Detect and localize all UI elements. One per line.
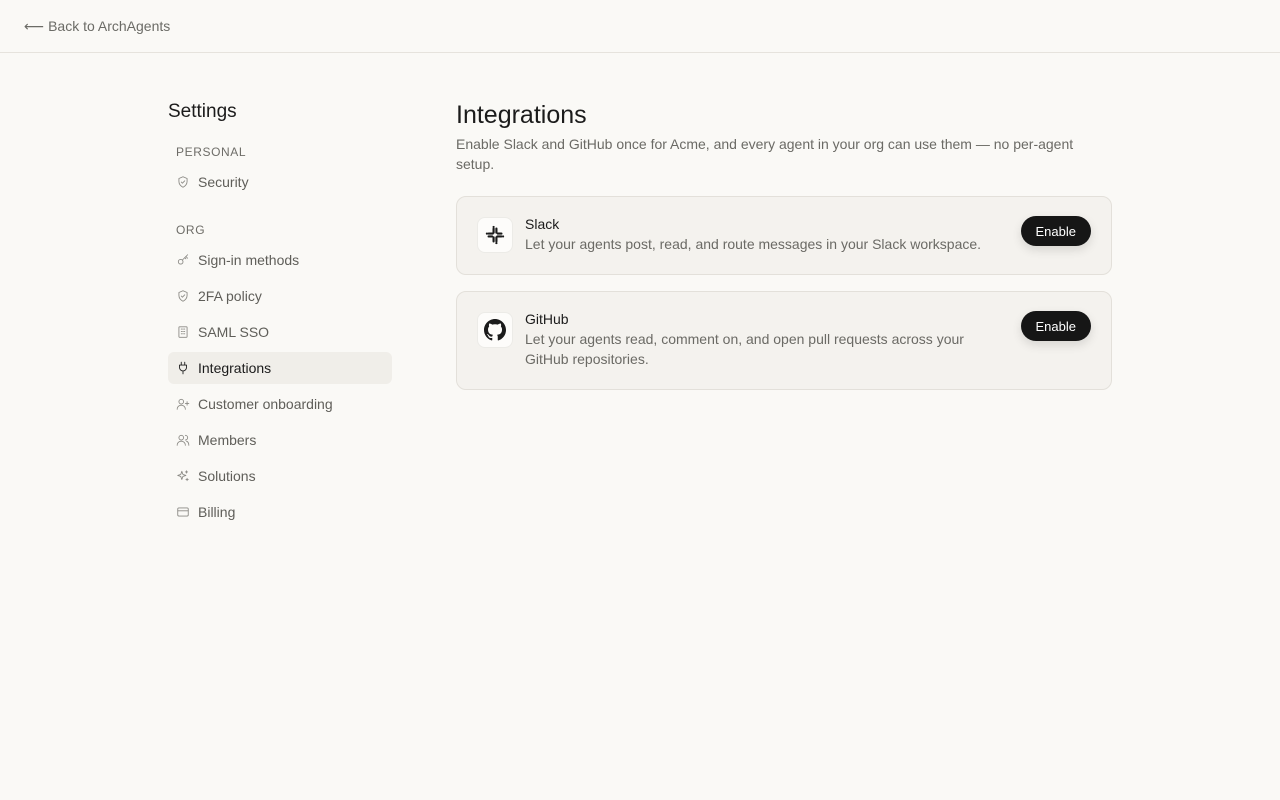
sidebar-item-billing[interactable]: Billing (168, 496, 392, 528)
sidebar-title: Settings (168, 101, 237, 122)
sidebar-item-customer-onboarding[interactable]: Customer onboarding (168, 388, 392, 420)
top-bar: ⟵ Back to ArchAgents (0, 0, 1280, 53)
slack-integration-card: Slack Let your agents post, read, and ro… (456, 196, 1112, 275)
shield-icon (176, 289, 190, 303)
settings-sidebar: Settings PERSONAL Security ORG Sign-in m… (168, 100, 392, 532)
github-integration-description: Let your agents read, comment on, and op… (525, 331, 964, 367)
page-title: Integrations (456, 101, 587, 129)
sidebar-item-solutions[interactable]: Solutions (168, 460, 392, 492)
sidebar-item-label: Security (198, 174, 249, 190)
credit-card-icon (176, 505, 190, 519)
sidebar-item-label: Customer onboarding (198, 396, 333, 412)
enable-github-button[interactable]: Enable (1020, 311, 1091, 341)
slack-logo-icon (477, 217, 513, 253)
page-description: Enable Slack and GitHub once for Acme, a… (456, 136, 1074, 172)
sidebar-item-saml-sso[interactable]: SAML SSO (168, 316, 392, 348)
github-integration-card: GitHub Let your agents read, comment on,… (456, 291, 1112, 390)
integrations-panel: Integrations Enable Slack and GitHub onc… (456, 100, 1112, 390)
sidebar-item-label: Integrations (198, 360, 272, 376)
sidebar-item-sign-in-methods[interactable]: Sign-in methods (168, 244, 392, 276)
key-icon (176, 253, 190, 267)
section-label-personal: PERSONAL (176, 145, 247, 159)
github-logo-icon (477, 312, 513, 348)
sidebar-item-security[interactable]: Security (168, 166, 392, 198)
github-integration-name: GitHub (525, 311, 569, 327)
personal-nav-list: Security (168, 166, 392, 198)
plug-icon (176, 361, 190, 375)
sidebar-item-integrations[interactable]: Integrations (168, 352, 392, 384)
sidebar-item-members[interactable]: Members (168, 424, 392, 456)
sidebar-item-label: Members (198, 432, 257, 448)
sidebar-item-2fa-policy[interactable]: 2FA policy (168, 280, 392, 312)
sidebar-item-label: Sign-in methods (198, 252, 300, 268)
sidebar-item-label: Billing (198, 504, 236, 520)
shield-icon (176, 175, 190, 189)
org-nav-list: Sign-in methods 2FA policy SAML SSO Inte… (168, 244, 392, 528)
sidebar-item-label: 2FA policy (198, 288, 262, 304)
users-icon (176, 433, 190, 447)
sparkles-icon (176, 469, 190, 483)
building-icon (176, 325, 190, 339)
user-plus-icon (176, 397, 190, 411)
back-link-label: Back to ArchAgents (48, 18, 171, 34)
enable-slack-button[interactable]: Enable (1020, 216, 1091, 246)
back-to-archagents-link[interactable]: ⟵ Back to ArchAgents (24, 16, 170, 36)
arrow-left-icon: ⟵ (24, 18, 45, 34)
sidebar-item-label: SAML SSO (198, 324, 270, 340)
section-label-org: ORG (176, 223, 206, 237)
sidebar-item-label: Solutions (198, 468, 256, 484)
slack-integration-description: Let your agents post, read, and route me… (525, 236, 982, 252)
slack-integration-name: Slack (525, 216, 560, 232)
